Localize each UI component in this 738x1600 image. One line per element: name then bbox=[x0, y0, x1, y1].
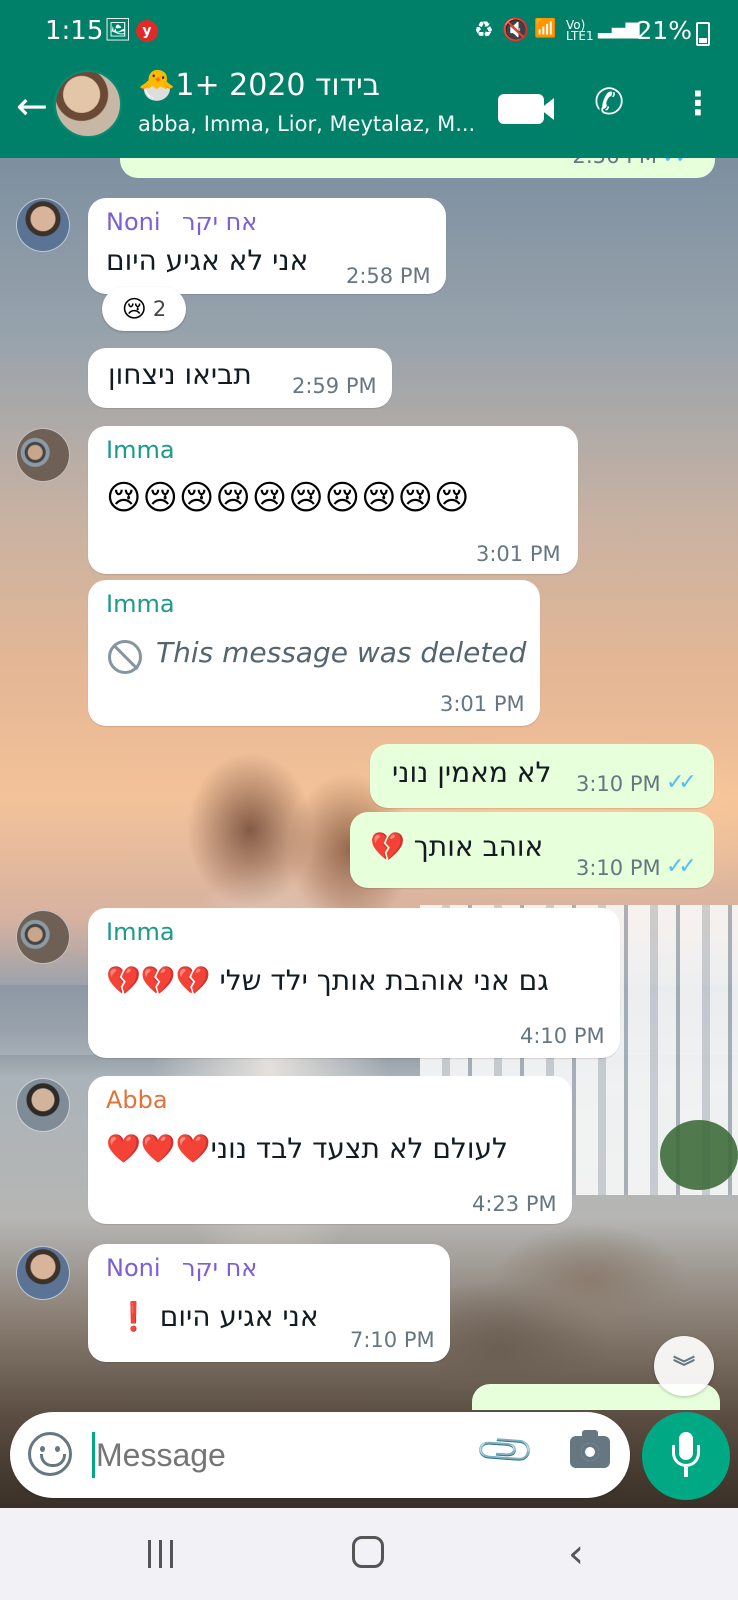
camera-icon[interactable] bbox=[570, 1430, 610, 1468]
avatar-imma[interactable] bbox=[16, 910, 70, 964]
sender-name: Abba bbox=[106, 1086, 168, 1114]
deleted-message-text: This message was deleted bbox=[156, 636, 527, 669]
home-icon[interactable] bbox=[352, 1536, 384, 1568]
emoji-icon[interactable] bbox=[28, 1432, 72, 1476]
message-noni-1[interactable]: Noni אח יקר אני לא אגיע היום 2:58 PM bbox=[88, 198, 446, 294]
mic-icon-stem bbox=[684, 1467, 688, 1477]
message-noni-2[interactable]: תביאו ניצחון 2:59 PM bbox=[88, 348, 392, 408]
sender-alias: אח יקר bbox=[182, 208, 258, 236]
system-navigation-bar: ‹ bbox=[0, 1508, 738, 1600]
message-text: לא מאמין נוני bbox=[392, 756, 552, 789]
mute-icon: 🔇 bbox=[502, 18, 530, 43]
group-avatar[interactable] bbox=[54, 70, 122, 138]
message-text: אוהב אותך 💔 bbox=[370, 830, 544, 863]
sender-name: Imma bbox=[106, 590, 175, 618]
sender-name: Imma bbox=[106, 436, 175, 464]
message-time: 2:59 PM bbox=[292, 374, 377, 398]
reaction-count: 2 bbox=[152, 297, 167, 321]
message-abba-1[interactable]: Abba לעולם לא תצעד לבד נוני❤️❤️❤️ 4:23 P… bbox=[88, 1076, 572, 1224]
message-time: 3:01 PM bbox=[476, 542, 561, 566]
message-imma-deleted[interactable]: Imma This message was deleted 3:01 PM bbox=[88, 580, 540, 726]
message-time: 2:58 PM bbox=[346, 264, 431, 288]
top-bar: 1:15 🖼 y ♻ 🔇 📶 Vo) LTE1 ▂▄▆ 21% ← 🐣בידוד … bbox=[0, 0, 738, 158]
reaction-emoji: 😢 bbox=[121, 295, 147, 323]
message-text: לעולם לא תצעד לבד נוני❤️❤️❤️ bbox=[106, 1132, 508, 1165]
avatar-noni[interactable] bbox=[16, 1246, 70, 1300]
battery-percent: 21% bbox=[636, 16, 692, 45]
message-time: 3:01 PM bbox=[440, 692, 525, 716]
battery-saver-icon: ♻ bbox=[474, 18, 494, 43]
message-imma-3[interactable]: Imma גם אני אוהבת אותך ילד שלי 💔💔💔 4:10 … bbox=[88, 908, 620, 1058]
message-noni-3[interactable]: Noni אח יקר אני אגיע היום ❗ 7:10 PM bbox=[88, 1244, 450, 1362]
recent-apps-icon[interactable] bbox=[148, 1540, 178, 1568]
chat-title-text: בידוד 2020 +1 bbox=[175, 68, 381, 103]
sender-name: Noni bbox=[106, 208, 161, 236]
gallery-icon: 🖼 bbox=[104, 18, 132, 43]
video-call-lens bbox=[540, 98, 554, 120]
nav-back-icon[interactable]: ‹ bbox=[568, 1534, 584, 1574]
message-time: 4:10 PM bbox=[520, 1024, 605, 1048]
signal-icon: ▂▄▆ bbox=[598, 18, 640, 39]
text-caret bbox=[92, 1432, 95, 1478]
chat-app-bar: ← 🐣בידוד 2020 +1 abba, Imma, Lior, Meyta… bbox=[0, 62, 738, 158]
chat-participants[interactable]: abba, Imma, Lior, Meytalaz, M... bbox=[138, 112, 475, 136]
deleted-icon bbox=[108, 640, 142, 674]
message-text: אני אגיע היום ❗ bbox=[116, 1300, 319, 1333]
avatar-abba[interactable] bbox=[16, 1078, 70, 1132]
message-time: 7:10 PM bbox=[350, 1328, 435, 1352]
back-arrow-icon[interactable]: ← bbox=[16, 84, 48, 128]
read-ticks-icon: ✓✓ bbox=[666, 854, 697, 879]
attach-icon[interactable]: 📎 bbox=[473, 1418, 538, 1483]
mic-icon-arc bbox=[672, 1445, 700, 1467]
message-imma-1[interactable]: Imma 😢😢😢😢😢😢😢😢😢😢 3:01 PM bbox=[88, 426, 578, 574]
avatar-imma[interactable] bbox=[16, 428, 70, 482]
reaction-badge[interactable]: 😢 2 bbox=[102, 287, 186, 331]
double-chevron-down-icon: ︾ bbox=[672, 1356, 695, 1381]
message-time: 4:23 PM bbox=[472, 1192, 557, 1216]
wifi-icon: 📶 bbox=[534, 18, 557, 39]
more-options-icon[interactable]: ⋮ bbox=[682, 84, 714, 122]
status-bar: 1:15 🖼 y ♻ 🔇 📶 Vo) LTE1 ▂▄▆ 21% bbox=[0, 0, 738, 62]
message-compose-bar: 📎 bbox=[10, 1412, 630, 1498]
chick-emoji: 🐣 bbox=[138, 68, 176, 103]
message-outgoing-1[interactable]: לא מאמין נוני 3:10 PM ✓✓ bbox=[370, 744, 714, 808]
message-time: 3:10 PM bbox=[576, 772, 661, 796]
message-input[interactable] bbox=[96, 1430, 456, 1480]
message-text: אני לא אגיע היום bbox=[106, 244, 309, 277]
voice-call-icon[interactable]: ✆ bbox=[594, 82, 624, 123]
volte-icon: Vo) LTE1 bbox=[566, 18, 594, 43]
voice-record-button[interactable] bbox=[642, 1412, 730, 1500]
chat-title[interactable]: 🐣בידוד 2020 +1 bbox=[138, 68, 380, 103]
status-time: 1:15 bbox=[45, 16, 104, 46]
message-text: 😢😢😢😢😢😢😢😢😢😢 bbox=[106, 478, 471, 518]
message-time: 3:10 PM bbox=[576, 856, 661, 880]
message-text: תביאו ניצחון bbox=[108, 358, 252, 391]
ynet-notification-icon: y bbox=[136, 20, 158, 42]
sender-name: Noni bbox=[106, 1254, 161, 1282]
video-call-icon[interactable] bbox=[498, 94, 544, 124]
message-text: גם אני אוהבת אותך ילד שלי 💔💔💔 bbox=[106, 964, 549, 997]
wallpaper-tree bbox=[660, 1120, 738, 1190]
message-outgoing-2[interactable]: אוהב אותך 💔 3:10 PM ✓✓ bbox=[350, 812, 714, 888]
avatar-noni[interactable] bbox=[16, 198, 70, 252]
scroll-to-bottom-button[interactable]: ︾ bbox=[654, 1336, 714, 1396]
battery-icon bbox=[696, 22, 710, 46]
sender-name: Imma bbox=[106, 918, 175, 946]
read-ticks-icon: ✓✓ bbox=[666, 770, 697, 795]
sender-alias: אח יקר bbox=[182, 1254, 258, 1282]
